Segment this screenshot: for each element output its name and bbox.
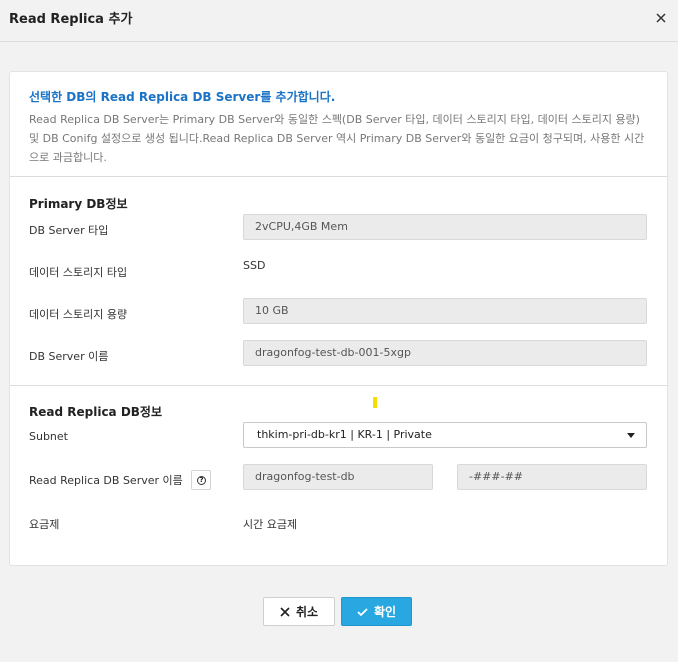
server-name-field: dragonfog-test-db-001-5xgp [243,340,647,366]
check-icon [357,607,368,616]
subnet-label: Subnet [29,430,68,443]
intro-description: Read Replica DB Server는 Primary DB Serve… [29,113,645,164]
server-name-label: DB Server 이름 [29,350,109,363]
cancel-button[interactable]: 취소 [263,597,335,626]
help-button[interactable]: ? [191,470,211,490]
storage-size-label: 데이터 스토리지 용량 [29,308,128,321]
intro-heading: 선택한 DB의 Read Replica DB Server를 추가합니다. [29,90,336,104]
replica-section-title: Read Replica DB정보 [29,405,163,419]
pricing-label: 요금제 [29,518,60,531]
section-divider [10,176,667,177]
confirm-button[interactable]: 확인 [341,597,412,626]
section-divider [10,385,667,386]
dialog-title: Read Replica 추가 [9,12,133,27]
cancel-label: 취소 [295,605,319,619]
close-icon[interactable] [654,10,668,24]
subnet-select[interactable]: thkim-pri-db-kr1 | KR-1 | Private [243,422,647,448]
storage-size-field: 10 GB [243,298,647,324]
server-type-label: DB Server 타입 [29,224,109,237]
replica-name-label: Read Replica DB Server 이름 [29,474,183,487]
highlight-marker [373,397,377,408]
help-icon: ? [197,476,206,485]
chevron-down-icon [627,433,635,438]
pricing-value: 시간 요금제 [243,518,298,531]
server-type-field: 2vCPU,4GB Mem [243,214,647,240]
subnet-selected-value: thkim-pri-db-kr1 | KR-1 | Private [257,428,432,441]
storage-type-value: SSD [243,259,266,272]
close-icon [280,606,290,617]
primary-section-title: Primary DB정보 [29,197,128,211]
replica-form-card: 선택한 DB의 Read Replica DB Server를 추가합니다. R… [9,71,668,566]
replica-name-suffix-field: -###-## [457,464,647,490]
storage-type-label: 데이터 스토리지 타입 [29,266,128,279]
replica-name-prefix-field: dragonfog-test-db [243,464,433,490]
dialog-header: Read Replica 추가 [0,0,678,42]
confirm-label: 확인 [373,605,397,619]
